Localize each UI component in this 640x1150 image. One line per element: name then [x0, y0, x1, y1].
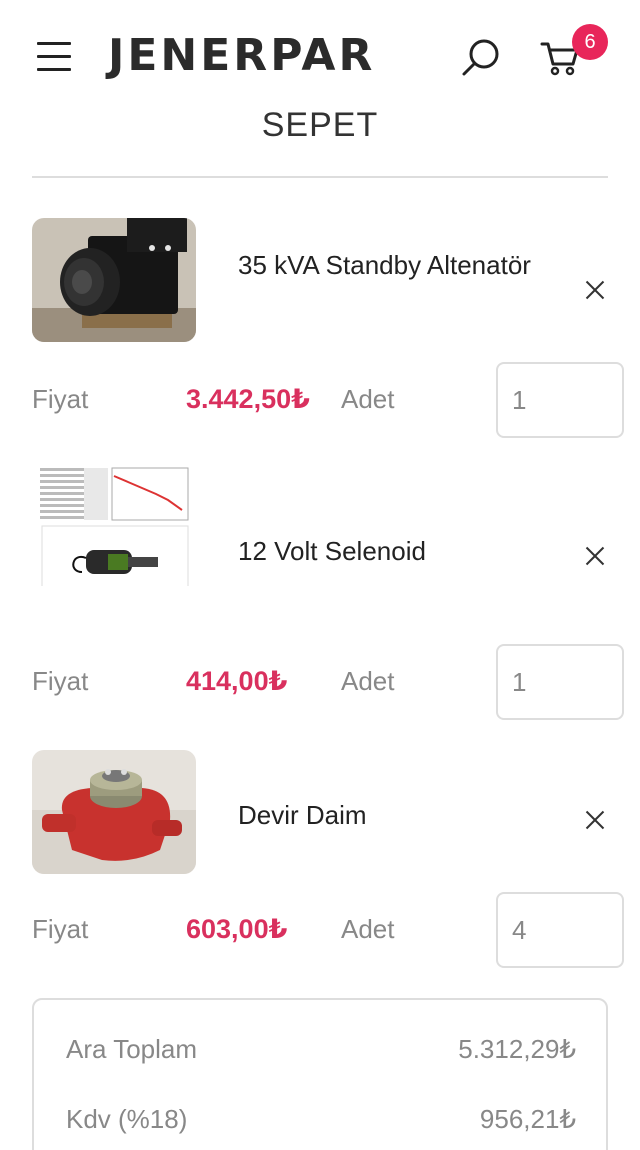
item-name[interactable]: 12 Volt Selenoid	[238, 532, 538, 570]
remove-item-close-icon[interactable]	[584, 279, 606, 301]
subtotal-value: 5.312,29₺	[458, 1034, 576, 1064]
quantity-label: Adet	[341, 666, 395, 696]
quantity-label: Adet	[341, 384, 395, 414]
quantity-input[interactable]: 4	[496, 892, 624, 968]
item-price: 3.442,50₺	[186, 384, 310, 414]
cart-count-badge: 6	[572, 24, 608, 60]
tax-label: Kdv (%18)	[66, 1104, 188, 1134]
quantity-label: Adet	[341, 914, 395, 944]
remove-item-close-icon[interactable]	[584, 545, 606, 567]
product-image-selenoid[interactable]	[32, 462, 196, 586]
site-logo[interactable]: JENERPAR	[108, 30, 375, 81]
price-label: Fiyat	[32, 384, 89, 414]
remove-item-close-icon[interactable]	[584, 809, 606, 831]
item-price: 603,00₺	[186, 914, 288, 944]
price-label: Fiyat	[32, 914, 89, 944]
subtotal-label: Ara Toplam	[66, 1034, 198, 1064]
title-divider	[32, 176, 608, 178]
product-image-alternator[interactable]	[32, 218, 196, 342]
item-name[interactable]: Devir Daim	[238, 796, 538, 834]
quantity-input[interactable]: 1	[496, 644, 624, 720]
tax-row: Kdv (%18) 956,21₺	[66, 1104, 576, 1135]
price-label: Fiyat	[32, 666, 89, 696]
quantity-input[interactable]: 1	[496, 362, 624, 438]
header: JENERPAR 6	[0, 0, 640, 110]
hamburger-menu-icon[interactable]	[37, 42, 71, 72]
item-name[interactable]: 35 kVA Standby Altenatör	[238, 246, 538, 284]
page-title: SEPET	[261, 106, 379, 144]
subtotal-row: Ara Toplam 5.312,29₺	[66, 1034, 576, 1065]
search-icon[interactable]	[460, 38, 502, 78]
tax-value: 956,21₺	[479, 1104, 576, 1134]
cart-summary: Ara Toplam 5.312,29₺ Kdv (%18) 956,21₺	[32, 998, 608, 1150]
product-image-water-pump[interactable]	[32, 750, 196, 874]
item-price: 414,00₺	[186, 666, 288, 696]
